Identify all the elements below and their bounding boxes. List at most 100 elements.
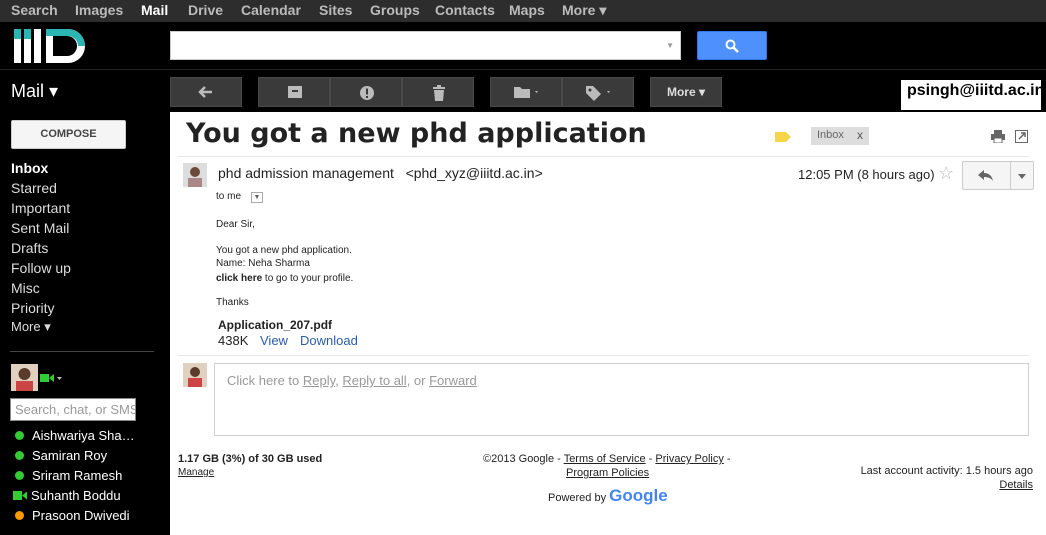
forward-link[interactable]: Forward xyxy=(429,373,477,388)
sidebar-item-priority[interactable]: Priority xyxy=(11,300,55,316)
more-options-caret-icon[interactable] xyxy=(1018,174,1026,179)
back-button[interactable] xyxy=(170,77,242,107)
nav-mail[interactable]: Mail xyxy=(141,2,168,18)
sidebar-item-drafts[interactable]: Drafts xyxy=(11,240,48,256)
user-avatar[interactable] xyxy=(11,364,38,391)
sidebar-divider xyxy=(10,351,154,352)
manage-storage-link[interactable]: Manage xyxy=(178,467,214,478)
search-options-caret[interactable]: ▼ xyxy=(666,41,674,50)
archive-button[interactable] xyxy=(258,77,330,107)
star-icon[interactable]: ☆ xyxy=(938,163,954,184)
sidebar-item-follow-up[interactable]: Follow up xyxy=(11,260,71,276)
google-logo: Google xyxy=(609,486,668,505)
storage-usage: 1.17 GB (3%) of 30 GB used xyxy=(178,453,323,465)
video-status-icon[interactable] xyxy=(40,373,66,383)
sidebar-item-misc[interactable]: Misc xyxy=(11,280,40,296)
nav-images[interactable]: Images xyxy=(75,2,123,18)
more-actions-button[interactable]: More ▾ xyxy=(650,77,722,107)
copyright: ©2013 Google - xyxy=(483,453,564,465)
iiitd-logo[interactable] xyxy=(12,25,92,67)
nav-more[interactable]: More ▾ xyxy=(562,2,606,19)
reply-button[interactable] xyxy=(962,161,1034,190)
chat-contact[interactable]: Samiran Roy xyxy=(15,448,107,463)
body-greeting: Dear Sir, xyxy=(216,219,255,230)
sidebar-item-more[interactable]: More ▾ xyxy=(11,319,51,335)
account-email[interactable]: psingh@iiitd.ac.in xyxy=(901,80,1044,110)
my-avatar xyxy=(183,363,207,387)
powered-by: Powered by Google xyxy=(548,486,668,506)
toolbar: Mail ▾ More ▾ psingh@iiitd.ac.in xyxy=(0,69,1046,112)
sender-avatar[interactable] xyxy=(183,163,207,187)
reply-all-link[interactable]: Reply to all xyxy=(342,373,406,388)
show-details-icon[interactable]: ▼ xyxy=(251,192,263,203)
label-tag-icon[interactable] xyxy=(775,132,791,142)
profile-link[interactable]: click here xyxy=(216,273,262,284)
activity-details-link[interactable]: Details xyxy=(999,479,1033,491)
reply-divider xyxy=(178,355,1029,356)
remove-label-button[interactable]: x xyxy=(857,128,863,142)
nav-sites[interactable]: Sites xyxy=(319,2,352,18)
available-status-icon xyxy=(15,431,24,440)
chat-contact[interactable]: Aishwariya Sha… xyxy=(15,428,135,443)
spam-icon xyxy=(360,86,374,100)
contact-name: Aishwariya Sha… xyxy=(32,428,135,443)
chat-contact[interactable]: Suhanth Boddu xyxy=(13,488,121,503)
nav-maps[interactable]: Maps xyxy=(509,2,545,18)
body-line: click here to go to your profile. xyxy=(216,273,353,284)
recipient-line: to me xyxy=(216,191,242,202)
terms-link[interactable]: Terms of Service xyxy=(564,453,646,465)
reply-link[interactable]: Reply xyxy=(303,373,335,388)
mail-menu[interactable]: Mail ▾ xyxy=(11,81,58,102)
header: ▼ xyxy=(0,22,1046,69)
chat-contact[interactable]: Prasoon Dwivedi xyxy=(15,508,130,523)
nav-drive[interactable]: Drive xyxy=(188,2,223,18)
nav-calendar[interactable]: Calendar xyxy=(241,2,301,18)
body-line: Name: Neha Sharma xyxy=(216,258,310,269)
privacy-link[interactable]: Privacy Policy xyxy=(655,453,723,465)
nav-contacts[interactable]: Contacts xyxy=(435,2,495,18)
search-icon xyxy=(725,39,739,53)
message-view: You got a new phd application Inbox x ph… xyxy=(170,112,1046,535)
chat-contact[interactable]: Sriram Ramesh xyxy=(15,468,122,483)
label-text: Inbox xyxy=(817,129,844,141)
quick-reply-box[interactable]: Click here to Reply, Reply to all, or Fo… xyxy=(214,363,1029,436)
body-line: You got a new phd application. xyxy=(216,245,352,256)
search-button[interactable] xyxy=(697,31,767,60)
last-activity: Last account activity: 1.5 hours ago xyxy=(860,465,1033,477)
inbox-label-chip: Inbox x xyxy=(811,127,869,145)
compose-button[interactable]: COMPOSE xyxy=(11,120,126,149)
footer-separator: - xyxy=(645,453,656,465)
attachment-download-link[interactable]: Download xyxy=(300,333,358,348)
delete-button[interactable] xyxy=(402,77,474,107)
sidebar-item-sent-mail[interactable]: Sent Mail xyxy=(11,220,69,236)
manage-text: Manage xyxy=(178,467,215,478)
footer-links: ©2013 Google - Terms of Service - Privac… xyxy=(483,453,731,465)
nav-search[interactable]: Search xyxy=(11,2,58,18)
video-chat-icon xyxy=(13,491,27,500)
powered-by-text: Powered by xyxy=(548,492,607,504)
folder-icon xyxy=(514,87,538,98)
tag-icon xyxy=(586,86,610,101)
reply-button-separator xyxy=(1010,162,1011,189)
details-text: Details xyxy=(999,479,1033,491)
move-to-button[interactable] xyxy=(490,77,562,107)
contact-name: Sriram Ramesh xyxy=(32,468,123,483)
search-input[interactable]: ▼ xyxy=(170,31,681,60)
back-arrow-icon xyxy=(198,86,212,98)
sidebar-item-inbox[interactable]: Inbox xyxy=(11,160,48,176)
print-icon[interactable] xyxy=(991,130,1005,143)
trash-icon xyxy=(433,85,445,101)
nav-groups[interactable]: Groups xyxy=(370,2,420,18)
chat-search-input[interactable]: Search, chat, or SMS xyxy=(10,398,136,421)
available-status-icon xyxy=(15,471,24,480)
sidebar-item-important[interactable]: Important xyxy=(11,200,70,216)
subject-divider xyxy=(178,156,1029,157)
labels-button[interactable] xyxy=(562,77,634,107)
program-policies-link[interactable]: Program Policies xyxy=(566,467,649,479)
report-spam-button[interactable] xyxy=(330,77,402,107)
attachment-view-link[interactable]: View xyxy=(260,333,288,348)
sidebar-item-starred[interactable]: Starred xyxy=(11,180,57,196)
sender[interactable]: phd admission management <phd_xyz@iiitd.… xyxy=(218,165,543,181)
sender-email: <phd_xyz@iiitd.ac.in> xyxy=(405,165,543,181)
new-window-icon[interactable] xyxy=(1015,130,1028,143)
